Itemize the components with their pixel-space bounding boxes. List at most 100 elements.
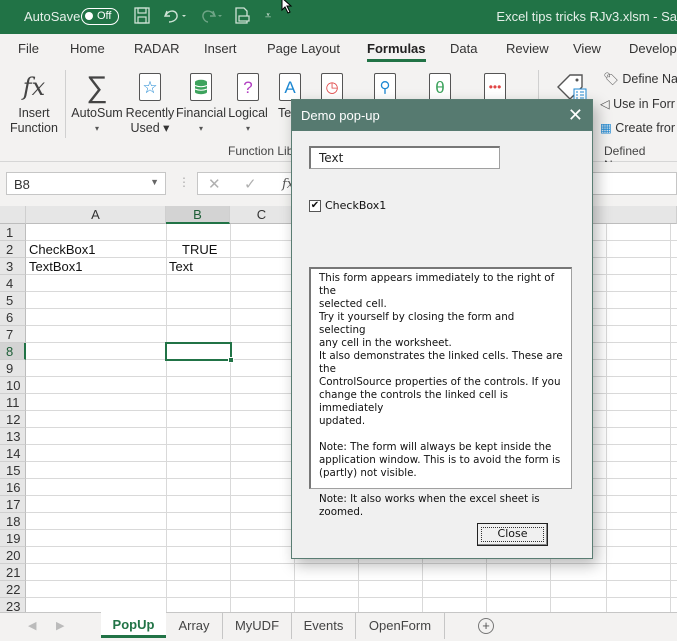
recently-used-label-1: Recently <box>125 106 175 120</box>
dialog-title-bar[interactable]: Demo pop-up ✕ <box>292 100 592 131</box>
prev-sheet-icon[interactable]: ◀ <box>28 619 36 632</box>
title-bar: AutoSave Off ⩡ Excel tips tricks RJv3.xl… <box>0 0 677 34</box>
tab-data[interactable]: Data <box>450 41 477 56</box>
row-header-1[interactable]: 1 <box>0 224 26 241</box>
cell-b2[interactable]: TRUE <box>182 241 217 258</box>
tab-view[interactable]: View <box>573 41 601 56</box>
cell-a3[interactable]: TextBox1 <box>29 258 82 275</box>
row-header-5[interactable]: 5 <box>0 292 26 309</box>
insert-function-button[interactable]: fx Insert Function <box>8 70 60 136</box>
close-icon[interactable]: ✕ <box>568 100 583 131</box>
row-header-9[interactable]: 9 <box>0 360 26 377</box>
next-sheet-icon[interactable]: ▶ <box>56 619 64 632</box>
save-icon[interactable] <box>134 7 150 29</box>
checkbox1[interactable]: ✔ CheckBox1 <box>309 199 386 212</box>
use-in-formula-button[interactable]: ◁ Use in Forr <box>600 96 675 111</box>
row-header-20[interactable]: 20 <box>0 547 26 564</box>
tag-icon: 🏷︎ <box>603 72 619 86</box>
tab-radar[interactable]: RADAR <box>134 41 180 56</box>
column-header-b[interactable]: B <box>166 206 230 224</box>
fill-handle[interactable] <box>228 357 234 363</box>
logical-label: Logical <box>228 106 268 120</box>
column-header-c[interactable]: C <box>230 206 294 224</box>
row-header-17[interactable]: 17 <box>0 496 26 513</box>
row-header-6[interactable]: 6 <box>0 309 26 326</box>
close-button[interactable]: Close <box>477 523 548 546</box>
row-header-8[interactable]: 8 <box>0 343 26 360</box>
cell-a2[interactable]: CheckBox1 <box>29 241 95 258</box>
toggle-knob <box>85 12 93 20</box>
sheet-tab-array[interactable]: Array <box>166 613 223 639</box>
create-from-selection-button[interactable]: ▦ Create fror <box>600 120 675 135</box>
autosum-caret: ▾ <box>94 124 99 133</box>
select-all-corner[interactable] <box>0 206 26 224</box>
row-header-10[interactable]: 10 <box>0 377 26 394</box>
insert-function-label-1: Insert <box>18 106 50 120</box>
row-header-23[interactable]: 23 <box>0 598 26 612</box>
tab-page-layout[interactable]: Page Layout <box>267 41 340 56</box>
autosum-button[interactable]: ∑ AutoSum ▾ <box>70 70 124 136</box>
drag-handle-icon[interactable]: ⋮ <box>178 175 190 189</box>
row-header-15[interactable]: 15 <box>0 462 26 479</box>
ribbon-separator <box>65 70 66 138</box>
tab-file[interactable]: File <box>18 41 39 56</box>
recently-used-button[interactable]: ☆ Recently Used ▾ <box>125 70 175 136</box>
row-header-21[interactable]: 21 <box>0 564 26 581</box>
logical-caret: ▾ <box>245 124 250 133</box>
row-header-3[interactable]: 3 <box>0 258 26 275</box>
row-header-7[interactable]: 7 <box>0 326 26 343</box>
redo-icon[interactable] <box>199 7 223 29</box>
enter-icon[interactable]: ✓ <box>244 175 257 193</box>
define-name-button[interactable]: 🏷︎ Define Nar <box>603 72 677 87</box>
tab-developer[interactable]: Develop <box>629 41 677 56</box>
chevron-down-icon[interactable]: ▼ <box>150 177 159 187</box>
question-book-icon: ? <box>227 70 269 104</box>
tag-fx-icon: ◁ <box>600 97 610 111</box>
cell-b3[interactable]: Text <box>169 258 193 275</box>
cancel-icon[interactable]: ✕ <box>208 175 221 193</box>
autosave-toggle[interactable]: Off <box>81 8 119 25</box>
function-library-label: Function Lib <box>228 144 294 158</box>
name-box[interactable]: B8 ▼ <box>6 172 166 195</box>
selected-cell-b8[interactable] <box>165 342 234 363</box>
sheet-tab-myudf[interactable]: MyUDF <box>223 613 292 639</box>
row-header-11[interactable]: 11 <box>0 394 26 411</box>
tab-review[interactable]: Review <box>506 41 549 56</box>
textbox1-input[interactable]: Text <box>309 146 500 169</box>
row-header-14[interactable]: 14 <box>0 445 26 462</box>
add-sheet-icon[interactable]: + <box>478 618 494 634</box>
create-from-label: Create fror <box>615 121 676 135</box>
sheet-tab-openform[interactable]: OpenForm <box>356 613 445 639</box>
row-header-2[interactable]: 2 <box>0 241 26 258</box>
column-header-a[interactable]: A <box>26 206 166 224</box>
coins-book-icon <box>175 70 227 104</box>
sheet-tabs-bar: ◀ ▶ PopUp Array MyUDF Events OpenForm + <box>0 612 677 641</box>
row-header-13[interactable]: 13 <box>0 428 26 445</box>
row-header-18[interactable]: 18 <box>0 513 26 530</box>
sheet-tab-events[interactable]: Events <box>292 613 356 639</box>
gridline <box>26 580 677 581</box>
gridline <box>606 224 607 612</box>
define-name-label: Define Nar <box>622 72 677 86</box>
info-memo[interactable]: This form appears immediately to the rig… <box>309 267 572 518</box>
gridline <box>166 224 167 612</box>
recently-used-label-2: Used ▾ <box>130 121 170 135</box>
row-header-22[interactable]: 22 <box>0 581 26 598</box>
ribbon-tabs: File Home RADAR Insert Page Layout Formu… <box>0 34 677 64</box>
row-header-4[interactable]: 4 <box>0 275 26 292</box>
sheet-tab-popup[interactable]: PopUp <box>101 612 166 638</box>
financial-button[interactable]: Financial ▾ <box>175 70 227 136</box>
row-header-16[interactable]: 16 <box>0 479 26 496</box>
customize-toolbar-icon[interactable]: ⩡ <box>265 7 271 25</box>
checkbox-check-icon[interactable]: ✔ <box>309 199 321 212</box>
row-header-12[interactable]: 12 <box>0 411 26 428</box>
financial-caret: ▾ <box>198 124 203 133</box>
logical-button[interactable]: ? Logical ▾ <box>227 70 269 136</box>
row-header-19[interactable]: 19 <box>0 530 26 547</box>
tab-insert[interactable]: Insert <box>204 41 237 56</box>
tab-home[interactable]: Home <box>70 41 105 56</box>
tab-formulas[interactable]: Formulas <box>367 41 426 62</box>
document-title: Excel tips tricks RJv3.xlsm - Sa <box>496 9 677 24</box>
undo-icon[interactable] <box>163 7 187 29</box>
print-preview-icon[interactable] <box>234 7 250 30</box>
